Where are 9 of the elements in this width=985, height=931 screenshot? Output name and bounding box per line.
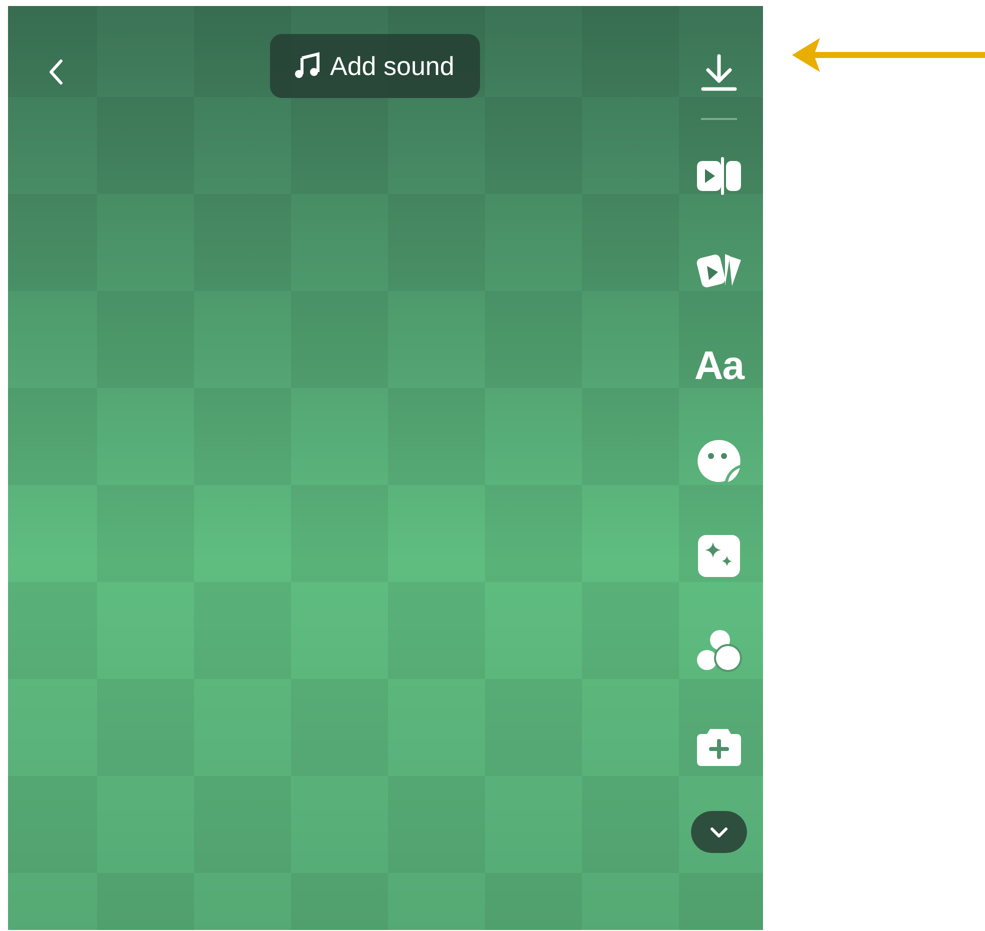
- download-icon: [700, 52, 738, 92]
- sticker-icon: [696, 438, 742, 484]
- add-sound-button[interactable]: Add sound: [270, 34, 480, 98]
- video-clip-icon: [695, 155, 743, 197]
- music-note-icon: [294, 52, 320, 80]
- sparkle-icon: [697, 534, 741, 578]
- filter-circles-icon: [695, 628, 743, 674]
- back-chevron-icon: [48, 58, 64, 86]
- chevron-down-icon: [710, 826, 728, 838]
